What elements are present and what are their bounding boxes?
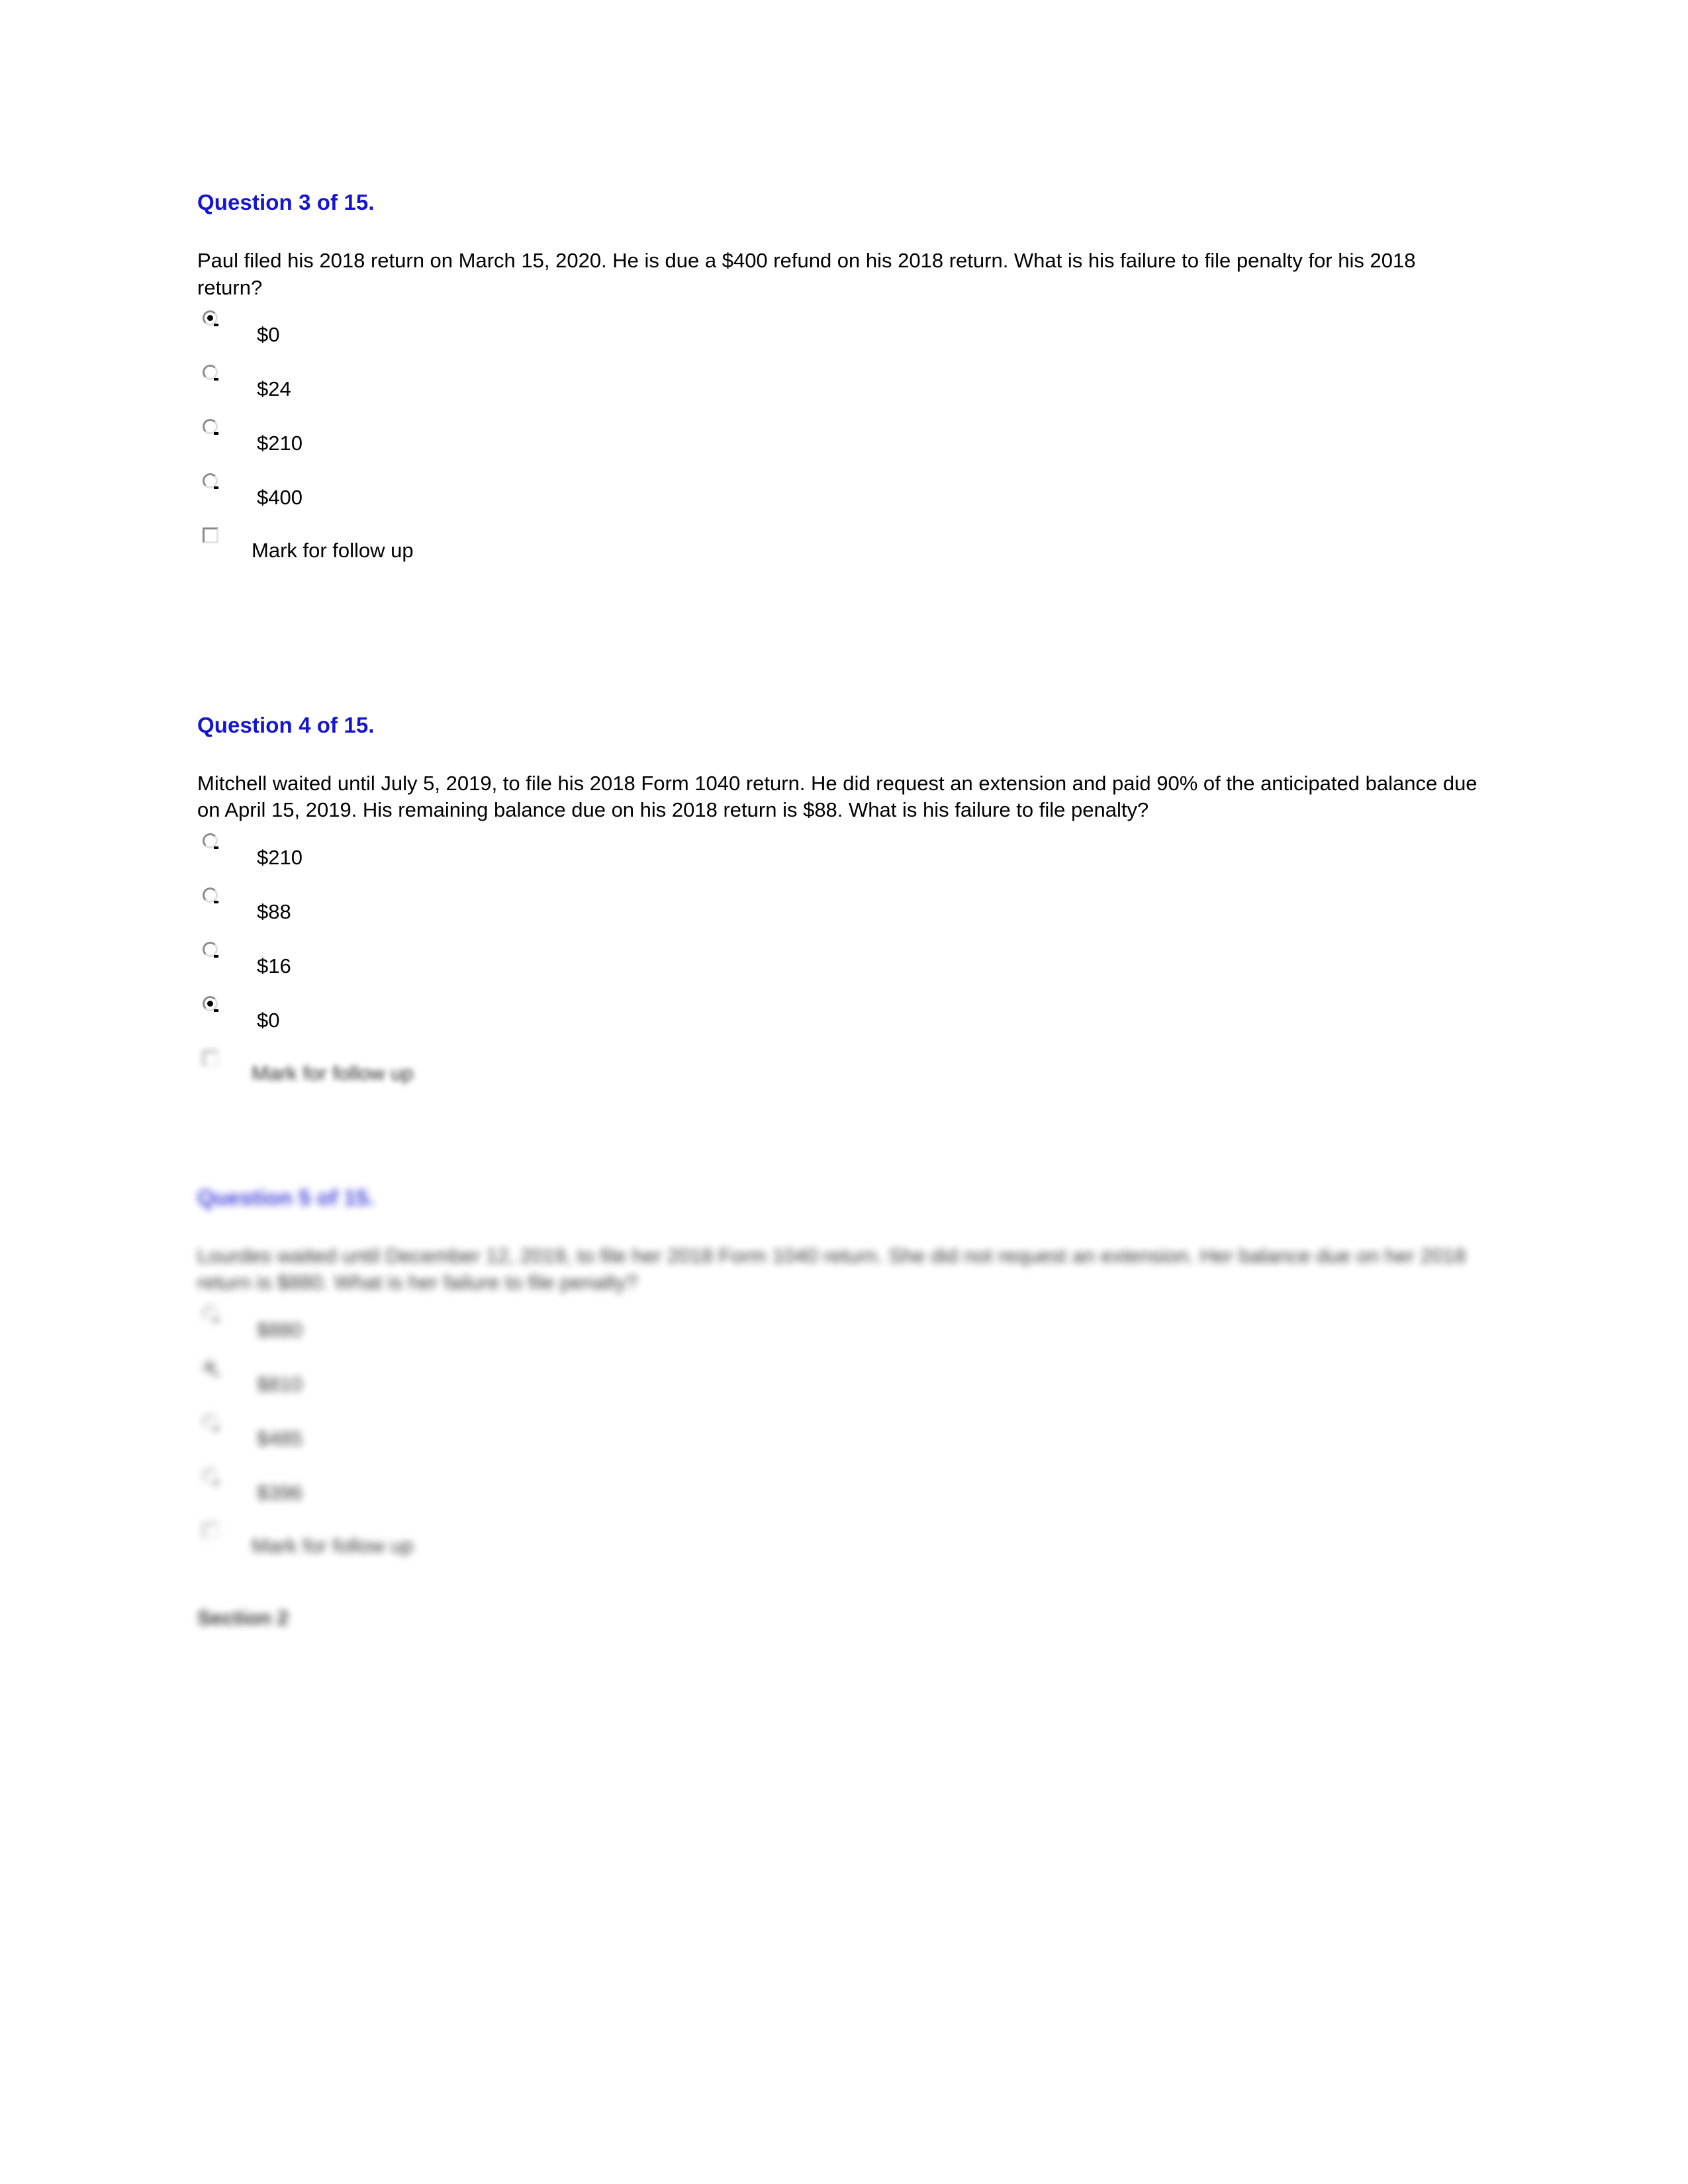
radio-icon[interactable] — [203, 833, 220, 850]
option-row[interactable]: $485 — [197, 1412, 1478, 1466]
mark-for-follow-up-row[interactable]: Mark for follow up — [197, 1048, 1478, 1102]
question-5-text: Lourdes waited until December 12, 2019, … — [197, 1244, 1466, 1295]
option-row[interactable]: $88 — [197, 885, 1478, 939]
radio-icon[interactable] — [203, 364, 220, 382]
radio-icon[interactable] — [203, 418, 220, 436]
option-label: $16 — [257, 954, 291, 978]
option-label: $88 — [257, 899, 291, 923]
question-4-heading: Question 4 of 15. — [197, 712, 375, 737]
mark-for-follow-up-label: Mark for follow up — [252, 538, 414, 562]
radio-icon[interactable] — [203, 941, 220, 959]
option-label: $0 — [257, 322, 280, 346]
mark-for-follow-up-label: Mark for follow up — [252, 1533, 414, 1557]
option-label: $396 — [257, 1480, 303, 1504]
option-label: $880 — [257, 1318, 303, 1342]
option-label: $210 — [257, 431, 303, 455]
option-row[interactable]: $396 — [197, 1466, 1478, 1520]
checkbox-icon[interactable] — [203, 1522, 220, 1540]
option-row[interactable]: $0 — [197, 308, 1478, 362]
document-content: Question 3 of 15. Paul filed his 2018 re… — [197, 189, 1478, 1630]
option-label: $210 — [257, 845, 303, 869]
option-label: $400 — [257, 485, 303, 509]
radio-icon[interactable] — [203, 995, 220, 1013]
radio-icon[interactable] — [203, 473, 220, 490]
question-3-heading: Question 3 of 15. — [197, 190, 375, 214]
question-3-options: $0 $24 $210 $400 Mark for follow up — [197, 308, 1478, 579]
checkbox-icon[interactable] — [203, 1050, 220, 1068]
option-label: $0 — [257, 1008, 280, 1032]
radio-icon[interactable] — [203, 1359, 220, 1377]
radio-icon[interactable] — [203, 887, 220, 905]
question-5-heading: Question 5 of 15. — [197, 1185, 375, 1210]
checkbox-icon[interactable] — [203, 527, 220, 545]
radio-icon[interactable] — [203, 1305, 220, 1323]
option-row[interactable]: $24 — [197, 362, 1478, 416]
question-4-text: Mitchell waited until July 5, 2019, to f… — [197, 772, 1477, 822]
radio-icon[interactable] — [203, 1414, 220, 1432]
question-5-options: $880 $810 $485 $396 Mark for follow up — [197, 1303, 1478, 1574]
radio-icon[interactable] — [203, 1468, 220, 1486]
section-2-heading: Section 2 — [197, 1606, 289, 1629]
mark-for-follow-up-row[interactable]: Mark for follow up — [197, 525, 1478, 579]
question-block-3: Question 3 of 15. Paul filed his 2018 re… — [197, 189, 1478, 579]
option-label: $810 — [257, 1372, 303, 1396]
option-row[interactable]: $400 — [197, 471, 1478, 525]
option-label: $24 — [257, 377, 291, 400]
document-page: Question 3 of 15. Paul filed his 2018 re… — [0, 0, 1688, 2184]
option-row[interactable]: $210 — [197, 416, 1478, 471]
question-3-text: Paul filed his 2018 return on March 15, … — [197, 249, 1416, 299]
radio-icon[interactable] — [203, 310, 220, 328]
option-row[interactable]: $16 — [197, 939, 1478, 993]
option-row[interactable]: $810 — [197, 1357, 1478, 1412]
mark-for-follow-up-label: Mark for follow up — [252, 1061, 414, 1085]
option-row[interactable]: $0 — [197, 993, 1478, 1048]
option-row[interactable]: $210 — [197, 831, 1478, 885]
option-row[interactable]: $880 — [197, 1303, 1478, 1357]
question-4-options: $210 $88 $16 $0 Mark for follow up — [197, 831, 1478, 1102]
option-label: $485 — [257, 1426, 303, 1450]
question-block-5: Question 5 of 15. Lourdes waited until D… — [197, 1184, 1478, 1574]
question-block-4: Question 4 of 15. Mitchell waited until … — [197, 711, 1478, 1102]
mark-for-follow-up-row[interactable]: Mark for follow up — [197, 1520, 1478, 1574]
